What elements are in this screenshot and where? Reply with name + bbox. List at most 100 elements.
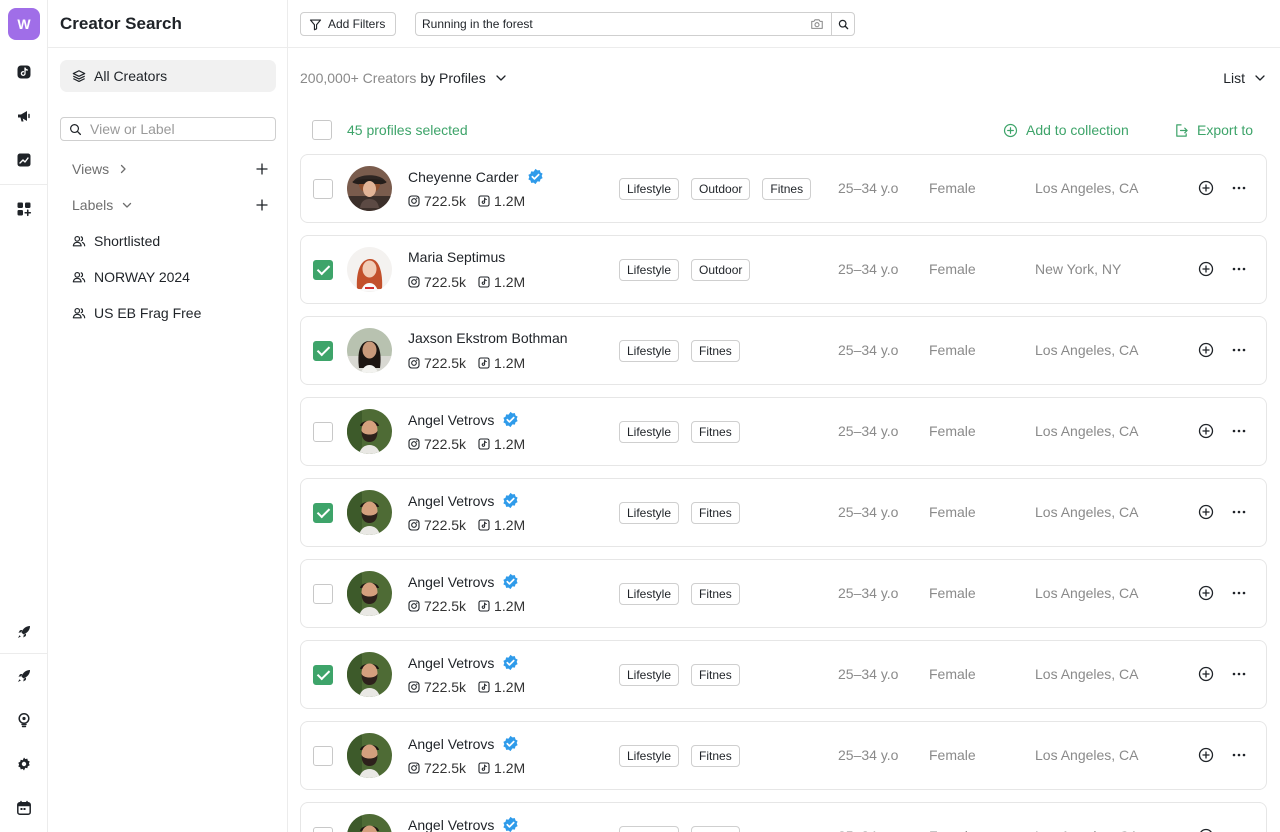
- labels-group[interactable]: Labels: [72, 195, 268, 215]
- analytics-icon[interactable]: [12, 148, 36, 172]
- category-tag: Lifestyle: [619, 178, 680, 200]
- sidebar-item-us-eb-frag-free[interactable]: US EB Frag Free: [72, 303, 201, 323]
- add-creator-icon[interactable]: [1198, 342, 1214, 358]
- more-options-icon[interactable]: [1231, 666, 1247, 682]
- tiktok-icon[interactable]: [12, 60, 36, 84]
- add-creator-icon[interactable]: [1198, 261, 1214, 277]
- creator-row[interactable]: Angel Vetrovs722.5k1.2MLifestyleFitnes25…: [300, 802, 1267, 832]
- add-creator-icon[interactable]: [1198, 747, 1214, 763]
- apps-icon[interactable]: [12, 197, 36, 221]
- creator-row[interactable]: Maria Septimus 722.5k 1.2M Lifestyle Outdoor…: [300, 235, 1267, 304]
- row-checkbox[interactable]: [313, 260, 333, 280]
- creator-search-input[interactable]: [416, 13, 816, 35]
- row-checkbox[interactable]: [313, 827, 333, 832]
- add-creator-icon[interactable]: [1198, 666, 1214, 682]
- group-by-dropdown[interactable]: by Profiles: [420, 70, 485, 86]
- creator-name[interactable]: Angel Vetrovs: [408, 735, 519, 752]
- creator-row[interactable]: Angel Vetrovs722.5k1.2MLifestyleFitnes25…: [300, 640, 1267, 709]
- rocket-icon[interactable]: [12, 620, 36, 644]
- creator-name[interactable]: Jaxson Ekstrom Bothman: [408, 330, 568, 346]
- sidebar-item-norway-2024[interactable]: NORWAY 2024: [72, 267, 190, 287]
- more-options-icon[interactable]: [1231, 747, 1247, 763]
- category-tag: Fitnes: [691, 826, 740, 832]
- more-options-icon[interactable]: [1231, 828, 1247, 832]
- workspace-logo[interactable]: W: [8, 8, 40, 40]
- lightbulb-icon[interactable]: [12, 708, 36, 732]
- instagram-followers: 722.5k: [424, 193, 467, 209]
- tiktok-icon: [478, 195, 490, 207]
- more-options-icon[interactable]: [1231, 342, 1247, 358]
- row-checkbox[interactable]: [313, 503, 333, 523]
- creator-row[interactable]: Angel Vetrovs722.5k1.2MLifestyleFitnes25…: [300, 397, 1267, 466]
- add-to-collection-button[interactable]: Add to collection: [1003, 122, 1129, 138]
- export-to-button[interactable]: Export to: [1174, 122, 1253, 138]
- more-options-icon[interactable]: [1231, 261, 1247, 277]
- creator-row[interactable]: Cheyenne Carder 722.5k 1.2M Lifestyle Outdoo…: [300, 154, 1267, 223]
- more-options-icon[interactable]: [1231, 180, 1247, 196]
- category-tag: Outdoor: [691, 178, 751, 200]
- tiktok-followers: 1.2M: [494, 436, 526, 452]
- calendar-icon[interactable]: [12, 796, 36, 820]
- add-filters-button[interactable]: Add Filters: [300, 12, 397, 36]
- category-tag: Fitnes: [691, 745, 740, 767]
- camera-icon[interactable]: [810, 17, 824, 31]
- creator-row[interactable]: Jaxson Ekstrom Bothman 722.5k 1.2M Lifestyl…: [300, 316, 1267, 385]
- gear-icon[interactable]: [12, 752, 36, 776]
- add-creator-icon[interactable]: [1198, 828, 1214, 832]
- tiktok-followers: 1.2M: [494, 193, 526, 209]
- row-checkbox[interactable]: [313, 746, 333, 766]
- creator-name[interactable]: Angel Vetrovs: [408, 816, 519, 832]
- creator-name[interactable]: Cheyenne Carder: [408, 168, 544, 185]
- sidebar-item-shortlisted[interactable]: Shortlisted: [72, 231, 160, 251]
- row-checkbox[interactable]: [313, 422, 333, 442]
- verified-badge-icon: [503, 492, 519, 509]
- row-checkbox[interactable]: [313, 341, 333, 361]
- category-tag: Lifestyle: [619, 826, 680, 832]
- export-icon: [1176, 123, 1188, 137]
- row-checkbox[interactable]: [313, 179, 333, 199]
- category-tag: Lifestyle: [619, 502, 680, 524]
- select-all-checkbox[interactable]: [312, 120, 332, 140]
- megaphone-icon[interactable]: [12, 104, 36, 128]
- instagram-followers: 722.5k: [424, 355, 467, 371]
- avatar: [347, 571, 392, 616]
- tag-list: Lifestyle Fitnes: [619, 583, 752, 605]
- creator-name[interactable]: Angel Vetrovs: [408, 654, 519, 671]
- gender: Female: [929, 828, 976, 832]
- chevron-down-icon[interactable]: [495, 72, 507, 84]
- layers-icon: [72, 70, 86, 83]
- creator-name[interactable]: Angel Vetrovs: [408, 492, 519, 509]
- row-checkbox[interactable]: [313, 584, 333, 604]
- more-options-icon[interactable]: [1231, 504, 1247, 520]
- search-icon: [838, 19, 848, 29]
- row-checkbox[interactable]: [313, 665, 333, 685]
- creator-name[interactable]: Angel Vetrovs: [408, 411, 519, 428]
- add-view-icon[interactable]: [256, 163, 268, 175]
- creator-row[interactable]: Angel Vetrovs722.5k1.2MLifestyleFitnes25…: [300, 721, 1267, 790]
- creator-name-text: Cheyenne Carder: [408, 168, 519, 185]
- plus-circle-icon: [1003, 123, 1018, 137]
- rocket-icon-2[interactable]: [12, 664, 36, 688]
- creator-name[interactable]: Angel Vetrovs: [408, 573, 519, 590]
- add-label-icon[interactable]: [256, 199, 268, 211]
- view-label-input[interactable]: [90, 121, 270, 137]
- add-creator-icon[interactable]: [1198, 423, 1214, 439]
- more-options-icon[interactable]: [1231, 423, 1247, 439]
- instagram-icon: [408, 762, 420, 774]
- avatar: [347, 490, 392, 535]
- creator-name-text: Angel Vetrovs: [408, 492, 495, 509]
- add-creator-icon[interactable]: [1198, 180, 1214, 196]
- add-creator-icon[interactable]: [1198, 504, 1214, 520]
- results-count: 200,000+ Creators: [300, 70, 417, 86]
- views-group[interactable]: Views: [72, 159, 268, 179]
- sidebar-item-all-creators[interactable]: All Creators: [60, 60, 276, 92]
- add-creator-icon[interactable]: [1198, 585, 1214, 601]
- creator-name[interactable]: Maria Septimus: [408, 249, 505, 265]
- creator-row[interactable]: Angel Vetrovs722.5k1.2MLifestyleFitnes25…: [300, 559, 1267, 628]
- tiktok-icon: [478, 276, 490, 288]
- view-mode-dropdown[interactable]: List: [1223, 70, 1266, 86]
- creator-row[interactable]: Angel Vetrovs722.5k1.2MLifestyleFitnes25…: [300, 478, 1267, 547]
- more-options-icon[interactable]: [1231, 585, 1247, 601]
- chevron-down-icon: [1255, 75, 1265, 81]
- search-submit-button[interactable]: [831, 13, 854, 35]
